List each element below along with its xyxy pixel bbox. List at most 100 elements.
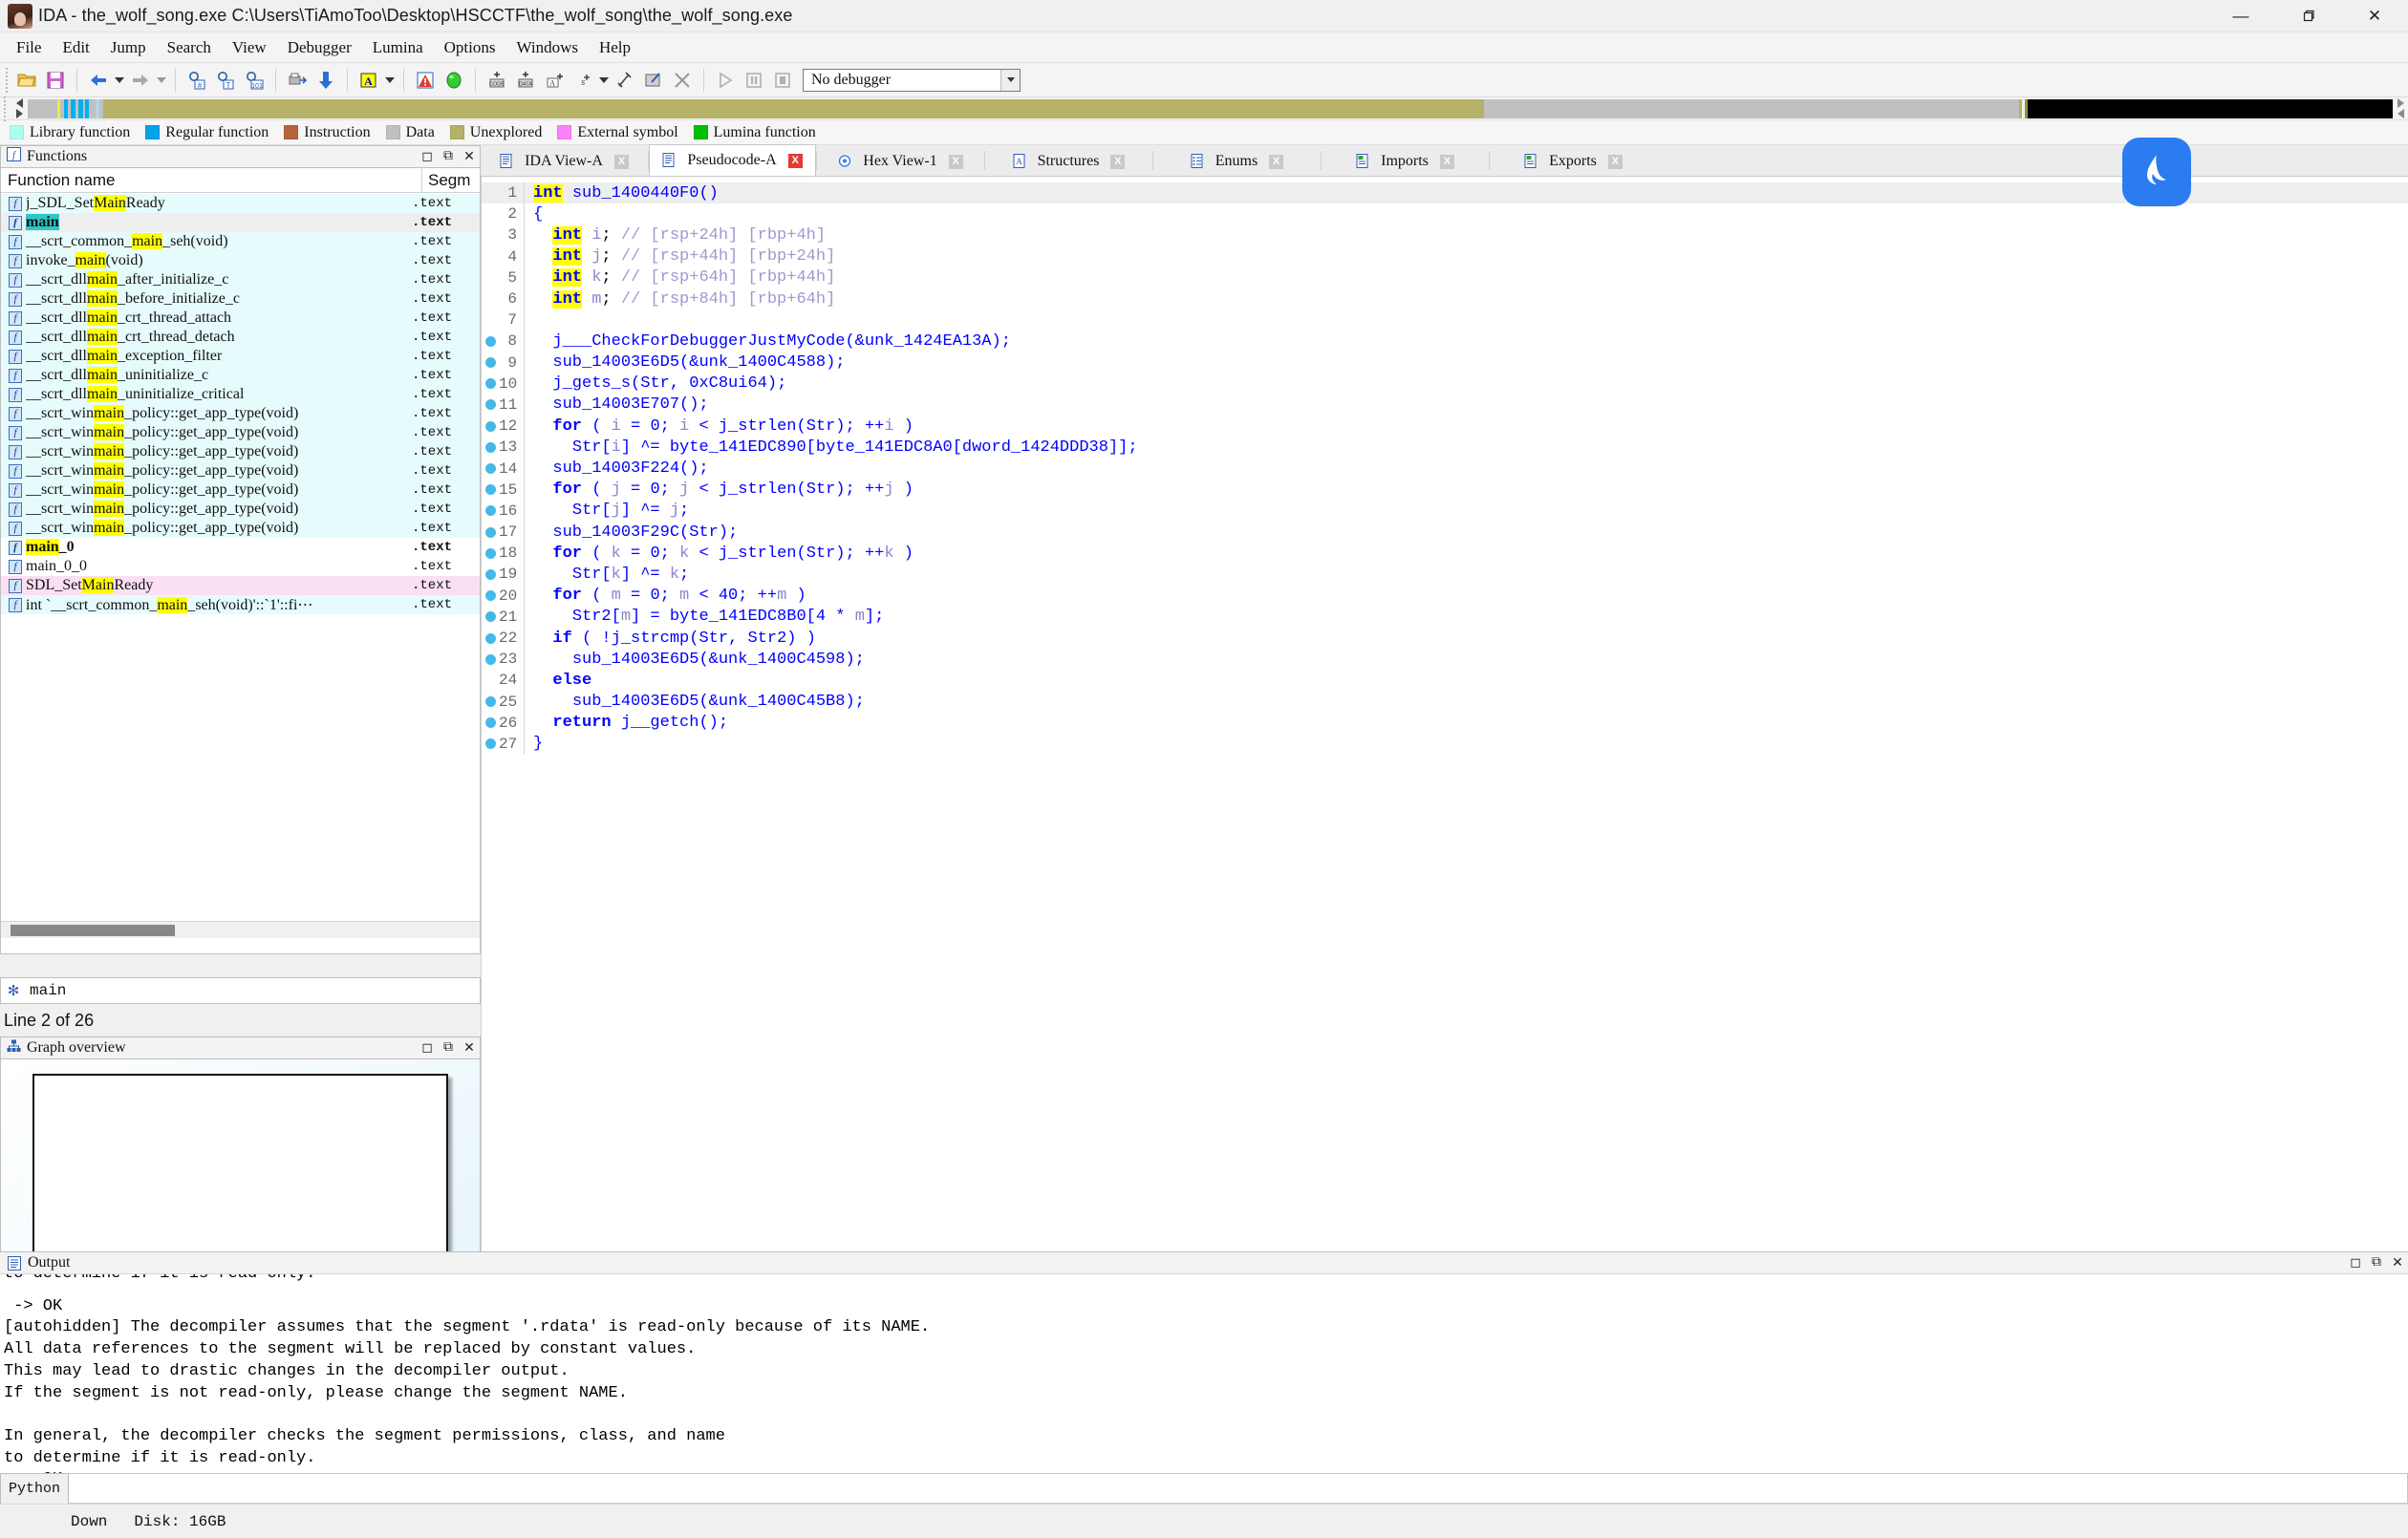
print-icon[interactable] xyxy=(285,68,310,93)
code-line[interactable]: 6 int m; // [rsp+84h] [rbp+64h] xyxy=(482,288,2408,310)
breakpoint-marker-icon[interactable] xyxy=(482,505,499,517)
code-line[interactable]: 1 int sub_1400440F0() xyxy=(482,182,2408,204)
close-icon[interactable]: ✕ xyxy=(459,1038,480,1057)
menu-view[interactable]: View xyxy=(222,34,277,61)
tab-exports[interactable]: Exports X xyxy=(1490,146,1657,176)
code-line[interactable]: 17 sub_14003F29C(Str); xyxy=(482,522,2408,544)
make-ascii-icon[interactable]: A xyxy=(542,68,567,93)
make-code-icon[interactable]: CODE xyxy=(484,68,509,93)
run-debugger-icon[interactable] xyxy=(713,68,738,93)
code-line[interactable]: 7 xyxy=(482,310,2408,331)
tab-close-icon[interactable]: X xyxy=(1607,154,1623,169)
code-line[interactable]: 24 else xyxy=(482,670,2408,692)
navigation-band[interactable] xyxy=(28,98,2393,118)
search-hash-icon[interactable]: # xyxy=(184,68,209,93)
function-list-row[interactable]: f int `__scrt_common_main_seh(void)'::`1'… xyxy=(1,595,480,614)
python-input[interactable] xyxy=(69,1473,2408,1504)
tab-close-icon[interactable]: X xyxy=(1439,154,1454,169)
code-line[interactable]: 11 sub_14003E707(); xyxy=(482,394,2408,417)
tab-ida-view-a[interactable]: IDA View-A X xyxy=(481,146,648,176)
function-list-row[interactable]: f __scrt_winmain_policy::get_app_type(voi… xyxy=(1,500,480,519)
maximize-button[interactable] xyxy=(2274,0,2341,32)
delete-icon[interactable] xyxy=(670,68,695,93)
function-list-row[interactable]: f __scrt_winmain_policy::get_app_type(voi… xyxy=(1,481,480,500)
function-list-row[interactable]: f __scrt_winmain_policy::get_app_type(voi… xyxy=(1,519,480,538)
edit-func-icon[interactable] xyxy=(641,68,666,93)
function-list-row[interactable]: f SDL_SetMainReady .text xyxy=(1,576,480,595)
chevron-down-icon[interactable] xyxy=(1000,69,1020,91)
graph-viewport-rect[interactable] xyxy=(32,1074,448,1260)
breakpoint-marker-icon[interactable] xyxy=(482,441,499,453)
function-list-row[interactable]: f __scrt_dllmain_crt_thread_attach .text xyxy=(1,309,480,328)
breakpoint-marker-icon[interactable] xyxy=(482,547,499,559)
menu-windows[interactable]: Windows xyxy=(505,34,588,61)
breakpoint-marker-icon[interactable] xyxy=(482,611,499,623)
column-header-segment[interactable]: Segm xyxy=(421,168,480,192)
navband-scroll[interactable] xyxy=(2393,98,2408,119)
minimize-button[interactable]: — xyxy=(2207,0,2274,32)
function-list-row[interactable]: f __scrt_winmain_policy::get_app_type(voi… xyxy=(1,423,480,442)
scrollbar-thumb[interactable] xyxy=(11,925,175,936)
function-list-row[interactable]: f __scrt_common_main_seh(void) .text xyxy=(1,232,480,251)
function-list-row[interactable]: f main_0 .text xyxy=(1,538,480,557)
function-list-row[interactable]: f __scrt_winmain_policy::get_app_type(voi… xyxy=(1,442,480,461)
code-line[interactable]: 15 for ( j = 0; j < j_strlen(Str); ++j ) xyxy=(482,479,2408,501)
lumina-logo-icon[interactable] xyxy=(2122,138,2191,206)
code-line[interactable]: 10 j_gets_s(Str, 0xC8ui64); xyxy=(482,373,2408,395)
breakpoint-marker-icon[interactable] xyxy=(482,568,499,580)
function-list-row[interactable]: f invoke_main(void) .text xyxy=(1,251,480,270)
function-list-row[interactable]: f __scrt_dllmain_uninitialize_critical .te… xyxy=(1,385,480,404)
code-line[interactable]: 23 sub_14003E6D5(&unk_1400C4598); xyxy=(482,649,2408,671)
breakpoint-marker-icon[interactable] xyxy=(482,484,499,496)
tab-close-icon[interactable]: X xyxy=(787,153,803,168)
function-list-row[interactable]: f j_SDL_SetMainReady .text xyxy=(1,194,480,213)
code-line[interactable]: 21 Str2[m] = byte_141EDC8B0[4 * m]; xyxy=(482,606,2408,628)
down-arrow-icon[interactable] xyxy=(313,68,338,93)
output-log[interactable]: to determine if it is read-only. -> OK [a… xyxy=(0,1274,2408,1473)
menu-debugger[interactable]: Debugger xyxy=(277,34,362,61)
struct-dropdown-icon[interactable] xyxy=(597,68,611,93)
pause-debugger-icon[interactable] xyxy=(742,68,766,93)
forward-history-dropdown-icon[interactable] xyxy=(155,68,168,93)
pseudocode-editor[interactable]: 1 int sub_1400440F0() 2{3 int i; // [rsp+2… xyxy=(482,177,2408,1429)
breakpoint-marker-icon[interactable] xyxy=(482,738,499,750)
make-data-icon[interactable]: DATA xyxy=(513,68,538,93)
tab-pseudocode-a[interactable]: Pseudocode-A X xyxy=(649,144,816,176)
code-line[interactable]: 8 j___CheckForDebuggerJustMyCode(&unk_14… xyxy=(482,331,2408,352)
menu-file[interactable]: File xyxy=(6,34,52,61)
function-list-row[interactable]: f __scrt_winmain_policy::get_app_type(voi… xyxy=(1,404,480,423)
undefine-icon[interactable] xyxy=(613,68,637,93)
save-icon[interactable] xyxy=(43,68,68,93)
run-green-icon[interactable] xyxy=(441,68,466,93)
open-file-icon[interactable] xyxy=(14,68,39,93)
back-history-dropdown-icon[interactable] xyxy=(113,68,126,93)
tab-close-icon[interactable]: X xyxy=(1110,154,1126,169)
code-line[interactable]: 16 Str[j] ^= j; xyxy=(482,500,2408,522)
function-list-row[interactable]: f __scrt_dllmain_uninitialize_c .text xyxy=(1,366,480,385)
search-bytes-icon[interactable]: 101 xyxy=(242,68,267,93)
navband-grip[interactable] xyxy=(2,96,8,121)
function-list-row[interactable]: f __scrt_winmain_policy::get_app_type(voi… xyxy=(1,461,480,481)
ascii-string-icon[interactable]: A xyxy=(356,68,381,93)
breakpoint-marker-icon[interactable] xyxy=(482,717,499,729)
breakpoint-marker-icon[interactable] xyxy=(482,420,499,432)
python-tab[interactable]: Python xyxy=(0,1473,69,1504)
tab-close-icon[interactable]: X xyxy=(613,154,629,169)
debugger-select[interactable]: No debugger xyxy=(803,68,1021,92)
menu-lumina[interactable]: Lumina xyxy=(362,34,434,61)
function-list-row[interactable]: f main .text xyxy=(1,213,480,232)
tab-close-icon[interactable]: X xyxy=(948,154,963,169)
functions-hscrollbar[interactable] xyxy=(1,921,480,938)
code-line[interactable]: 13 Str[i] ^= byte_141EDC890[byte_141EDC8… xyxy=(482,437,2408,459)
code-line[interactable]: 2{ xyxy=(482,203,2408,225)
warning-icon[interactable] xyxy=(413,68,438,93)
breakpoint-marker-icon[interactable] xyxy=(482,335,499,347)
tab-hex-view-1[interactable]: Hex View-1 X xyxy=(817,146,984,176)
restore-icon[interactable]: ◻ xyxy=(417,1038,438,1057)
breakpoint-marker-icon[interactable] xyxy=(482,526,499,538)
code-line[interactable]: 20 for ( m = 0; m < 40; ++m ) xyxy=(482,585,2408,607)
breakpoint-marker-icon[interactable] xyxy=(482,399,499,411)
menu-edit[interactable]: Edit xyxy=(52,34,99,61)
ascii-dropdown-icon[interactable] xyxy=(383,68,397,93)
close-button[interactable]: ✕ xyxy=(2341,0,2408,32)
